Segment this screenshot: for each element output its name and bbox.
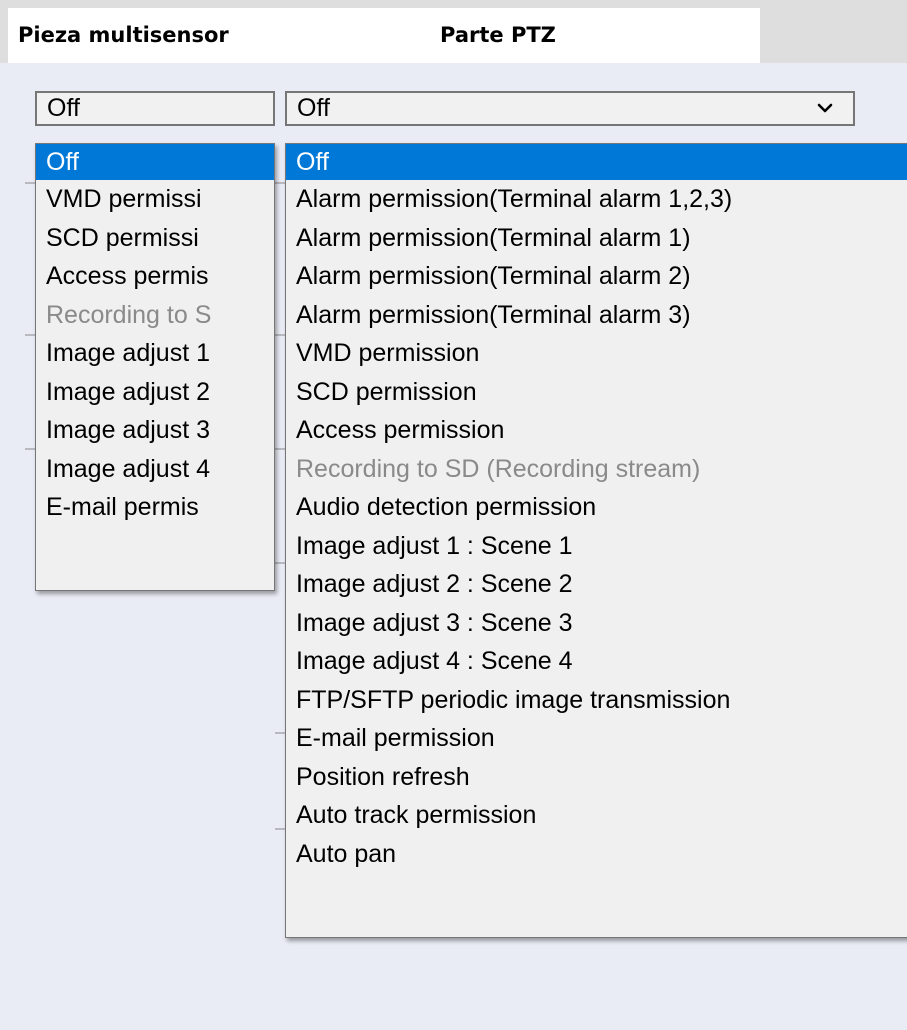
dropdown-option[interactable]: Off <box>286 144 907 180</box>
multisensor-options-list: Off VMD permissi SCD permissi Access permis… <box>35 143 275 591</box>
dropdown-option[interactable]: Alarm permission(Terminal alarm 1,2,3) <box>286 180 907 219</box>
background-tick <box>275 562 285 564</box>
dropdown-option[interactable]: Image adjust 4 : Scene 4 <box>286 642 907 681</box>
dropdown-option[interactable]: Image adjust 3 : Scene 3 <box>286 604 907 643</box>
background-tick <box>275 732 285 734</box>
dropdown-option[interactable]: Access permission <box>286 411 907 450</box>
background-tick <box>25 182 35 184</box>
background-tick <box>25 448 35 450</box>
background-tick <box>275 448 285 450</box>
ptz-options-list: Off Alarm permission(Terminal alarm 1,2,3… <box>285 143 907 938</box>
background-tick <box>275 334 285 336</box>
dropdown-option[interactable]: Access permis <box>36 257 274 296</box>
dropdown-option[interactable]: Image adjust 4 <box>36 450 274 489</box>
multisensor-select-value: Off <box>47 94 80 122</box>
dropdown-option[interactable]: SCD permissi <box>36 219 274 258</box>
dropdown-option[interactable]: FTP/SFTP periodic image transmission <box>286 681 907 720</box>
background-tick <box>275 182 285 184</box>
dropdown-option[interactable]: Auto track permission <box>286 796 907 835</box>
background-tick <box>25 334 35 336</box>
background-tick <box>275 828 285 830</box>
dropdown-option[interactable]: Alarm permission(Terminal alarm 1) <box>286 219 907 258</box>
dropdown-option[interactable]: Off <box>36 144 274 180</box>
dropdown-option[interactable]: Image adjust 2 <box>36 373 274 412</box>
dropdown-option[interactable]: E-mail permission <box>286 719 907 758</box>
header-ptz: Parte PTZ <box>440 23 556 47</box>
dropdown-option[interactable]: Position refresh <box>286 758 907 797</box>
dropdown-option[interactable]: Audio detection permission <box>286 488 907 527</box>
dropdown-option[interactable]: Alarm permission(Terminal alarm 2) <box>286 257 907 296</box>
chevron-down-icon <box>817 103 833 113</box>
multisensor-select[interactable]: Off <box>35 91 275 126</box>
dropdown-option: Recording to SD (Recording stream) <box>296 454 701 483</box>
dropdown-option[interactable]: E-mail permis <box>36 488 274 527</box>
dropdown-option[interactable]: Image adjust 3 <box>36 411 274 450</box>
dropdown-option[interactable]: VMD permission <box>286 334 907 373</box>
dropdown-option[interactable]: VMD permissi <box>36 180 274 219</box>
ptz-select-value: Off <box>297 94 330 122</box>
ptz-select[interactable]: Off <box>285 91 855 126</box>
dropdown-option[interactable]: SCD permission <box>286 373 907 412</box>
dropdown-option[interactable]: Image adjust 2 : Scene 2 <box>286 565 907 604</box>
dropdown-option: Recording to S <box>46 300 212 329</box>
dropdown-option[interactable]: Image adjust 1 <box>36 334 274 373</box>
header-multisensor: Pieza multisensor <box>18 23 229 47</box>
dropdown-option[interactable]: Alarm permission(Terminal alarm 3) <box>286 296 907 335</box>
dropdown-option[interactable]: Image adjust 1 : Scene 1 <box>286 527 907 566</box>
dropdown-option[interactable]: Auto pan <box>286 835 907 874</box>
